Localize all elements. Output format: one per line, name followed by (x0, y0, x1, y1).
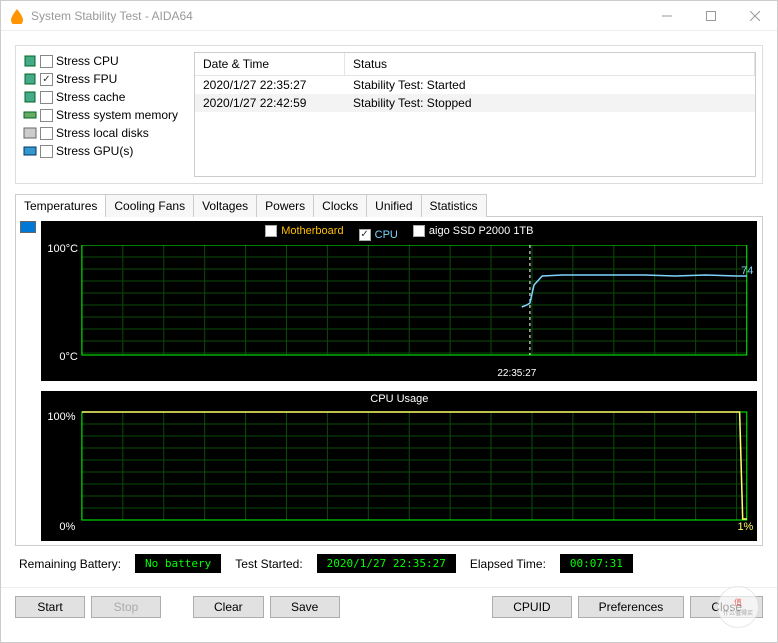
log-header-date[interactable]: Date & Time (195, 53, 345, 75)
stress-fpu-option[interactable]: Stress FPU (22, 70, 182, 88)
tab-panel: Motherboard CPU aigo SSD P2000 1TB 100°C… (15, 216, 763, 546)
preferences-button[interactable]: Preferences (578, 596, 685, 618)
elapsed-value: 00:07:31 (560, 554, 633, 573)
log-row-empty (195, 144, 755, 160)
y-axis-top: 100% (47, 411, 75, 423)
log-row-empty (195, 160, 755, 176)
stress-cpu-option[interactable]: Stress CPU (22, 52, 182, 70)
stress-cache-option[interactable]: Stress cache (22, 88, 182, 106)
log-header-status[interactable]: Status (345, 53, 755, 75)
maximize-button[interactable] (689, 1, 733, 31)
checkbox-icon[interactable] (40, 145, 53, 158)
stress-disks-option[interactable]: Stress local disks (22, 124, 182, 142)
button-bar: Start Stop Clear Save CPUID Preferences … (1, 587, 777, 618)
tab-voltages[interactable]: Voltages (193, 194, 257, 217)
cpu-usage-chart: CPU Usage 100% 0% 1% (41, 391, 757, 541)
time-marker: 22:35:27 (497, 368, 536, 379)
log-row[interactable]: 2020/1/27 22:35:27Stability Test: Starte… (195, 76, 755, 94)
battery-value: No battery (135, 554, 221, 573)
stress-label: Stress FPU (56, 72, 117, 86)
series-selector[interactable] (20, 221, 38, 233)
y-axis-top: 100°C (47, 243, 78, 255)
stress-label: Stress cache (56, 90, 125, 104)
y-axis-bot: 0% (59, 521, 75, 533)
end-value: 74 (741, 265, 753, 277)
legend-ssd[interactable]: aigo SSD P2000 1TB (413, 225, 534, 237)
checkbox-icon[interactable] (265, 225, 277, 237)
stop-button[interactable]: Stop (91, 596, 161, 618)
chart-title: CPU Usage (41, 391, 757, 407)
start-button[interactable]: Start (15, 596, 85, 618)
checkbox-icon[interactable] (359, 229, 371, 241)
tab-unified[interactable]: Unified (366, 194, 421, 217)
checkbox-icon[interactable] (40, 91, 53, 104)
temperature-chart: Motherboard CPU aigo SSD P2000 1TB 100°C… (41, 221, 757, 381)
checkbox-icon[interactable] (40, 73, 53, 86)
status-line: Remaining Battery: No battery Test Start… (15, 554, 763, 573)
tab-clocks[interactable]: Clocks (313, 194, 367, 217)
series-swatch[interactable] (20, 221, 36, 233)
watermark-icon: 值什么值得买 (717, 586, 759, 628)
tabstrip: Temperatures Cooling Fans Voltages Power… (15, 194, 763, 217)
tab-powers[interactable]: Powers (256, 194, 314, 217)
checkbox-icon[interactable] (40, 109, 53, 122)
app-icon (9, 8, 25, 24)
legend-motherboard[interactable]: Motherboard (265, 225, 343, 237)
stress-label: Stress local disks (56, 126, 149, 140)
stress-label: Stress GPU(s) (56, 144, 133, 158)
stress-label: Stress system memory (56, 108, 178, 122)
log-row-empty (195, 128, 755, 144)
stress-memory-option[interactable]: Stress system memory (22, 106, 182, 124)
stress-label: Stress CPU (56, 54, 119, 68)
end-value: 1% (737, 521, 753, 533)
save-button[interactable]: Save (270, 596, 340, 618)
minimize-button[interactable] (645, 1, 689, 31)
stress-options: Stress CPU Stress FPU Stress cache Stres… (22, 52, 182, 177)
tab-cooling-fans[interactable]: Cooling Fans (105, 194, 194, 217)
chart-legend: Motherboard CPU aigo SSD P2000 1TB (41, 221, 757, 245)
clear-button[interactable]: Clear (193, 596, 264, 618)
event-log: Date & Time Status 2020/1/27 22:35:27Sta… (194, 52, 756, 177)
started-label: Test Started: (235, 557, 302, 571)
tab-temperatures[interactable]: Temperatures (15, 194, 106, 217)
checkbox-icon[interactable] (40, 55, 53, 68)
y-axis-bot: 0°C (59, 351, 77, 363)
titlebar: System Stability Test - AIDA64 (1, 1, 777, 31)
cpuid-button[interactable]: CPUID (492, 596, 571, 618)
cpu-usage-plot (41, 407, 757, 527)
close-button[interactable] (733, 1, 777, 31)
battery-label: Remaining Battery: (19, 557, 121, 571)
temperature-plot (41, 245, 757, 365)
log-row-empty (195, 112, 755, 128)
checkbox-icon[interactable] (413, 225, 425, 237)
started-value: 2020/1/27 22:35:27 (317, 554, 456, 573)
checkbox-icon[interactable] (40, 127, 53, 140)
window-title: System Stability Test - AIDA64 (31, 9, 645, 23)
legend-cpu[interactable]: CPU (359, 229, 398, 241)
elapsed-label: Elapsed Time: (470, 557, 546, 571)
config-frame: Stress CPU Stress FPU Stress cache Stres… (15, 45, 763, 184)
log-row[interactable]: 2020/1/27 22:42:59Stability Test: Stoppe… (195, 94, 755, 112)
stress-gpu-option[interactable]: Stress GPU(s) (22, 142, 182, 160)
tab-statistics[interactable]: Statistics (421, 194, 487, 217)
